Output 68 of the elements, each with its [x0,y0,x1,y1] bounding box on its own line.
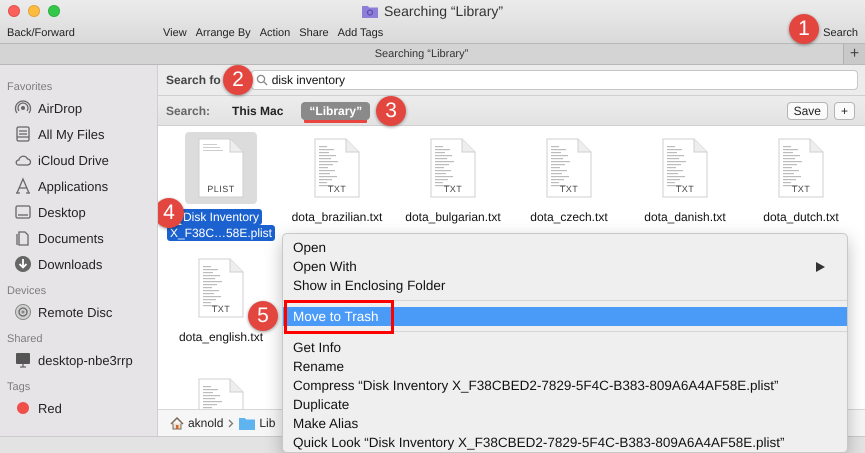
sidebar-heading: Favorites [6,80,54,95]
tab-title[interactable]: Searching “Library” [0,44,843,64]
file-name[interactable]: dota_english.txt [165,329,277,345]
download-icon [14,255,32,273]
toolbar-label[interactable]: Search [823,26,858,38]
selected-file-icon[interactable]: PLIST [185,132,257,204]
file-cabinet-icon [14,125,32,143]
toolbar-label[interactable]: Back/Forward [7,26,163,38]
search-icon [256,74,268,86]
file-name[interactable]: dota_dutch.txt [745,209,857,225]
menu-item[interactable]: Duplicate [283,395,847,414]
minimize-button[interactable] [28,5,40,17]
sidebar-item[interactable]: Red [0,395,157,421]
file-name[interactable]: dota_czech.txt [513,209,625,225]
path-item[interactable]: aknold [170,416,224,430]
add-criteria-button[interactable]: + [834,102,855,120]
sidebar-heading: Tags [6,380,32,395]
menu-item[interactable]: Compress “Disk Inventory X_F38CBED2-7829-5F4C-B383-809A6A4AF58E.plist” [283,376,847,395]
scope-tab[interactable]: This Mac [224,102,292,120]
zoom-button[interactable] [48,5,60,17]
window-title: Searching “Library” [384,3,504,19]
number-callout: 3 [376,96,406,126]
sidebar-item[interactable]: Documents [0,225,157,251]
number-callout: 2 [223,65,253,95]
sidebar-item[interactable]: Remote Disc [0,299,157,325]
file-name[interactable]: dota_brazilian.txt [281,209,393,225]
tag-dot [14,399,32,417]
toolbar-label[interactable]: Share [299,26,329,38]
sidebar-item[interactable]: Applications [0,173,157,199]
save-button[interactable]: Save [786,102,828,120]
menu-item[interactable]: Quick Look “Disk Inventory X_F38CBED2-7829-5F4C-B383-809A6A4AF58E.plist” [283,433,847,452]
toolbar-label[interactable]: Action [260,26,290,38]
monitor-icon [14,351,32,369]
sidebar-item[interactable]: desktop-nbe3rrp [0,347,157,373]
applications-icon [14,177,32,195]
disc-icon [14,303,32,321]
sidebar-item[interactable]: Desktop [0,199,157,225]
scope-label: Search: [166,104,210,118]
menu-item[interactable]: Open With [283,257,847,276]
toolbar-label[interactable]: View [163,26,187,38]
sidebar-item[interactable]: All My Files [0,121,157,147]
sidebar-item[interactable]: iCloud Drive [0,147,157,173]
menu-item[interactable]: Rename [283,357,847,376]
sidebar-heading: Devices [6,284,48,299]
search-label: Search fo [166,73,221,87]
file-name[interactable]: dota_bulgarian.txt [397,209,509,225]
desktop-icon [14,203,32,221]
chevron-icon [228,418,234,428]
folder-icon [239,416,256,430]
toolbar-label[interactable]: Arrange By [196,26,251,38]
home-icon [170,416,184,430]
file-name[interactable]: dota_danish.txt [629,209,741,225]
sidebar-item[interactable]: Downloads [0,251,157,277]
smart-folder-icon [362,4,378,18]
menu-item[interactable]: Get Info [283,338,847,357]
number-callout: 4 [158,198,184,228]
new-tab-button[interactable]: + [843,44,865,64]
sidebar-item[interactable]: AirDrop [0,95,157,121]
menu-item[interactable]: Make Alias [283,414,847,433]
close-button[interactable] [8,5,20,17]
menu-item[interactable]: Show in Enclosing Folder [283,276,847,295]
toolbar-label[interactable]: Add Tags [338,26,384,38]
submenu-arrow-icon [816,262,825,272]
search-field[interactable]: disk inventory [250,70,858,90]
menu-item[interactable]: Open [283,238,847,257]
sidebar-heading: Shared [6,332,44,347]
number-callout: 1 [789,14,819,44]
path-item[interactable]: Lib [239,416,276,430]
